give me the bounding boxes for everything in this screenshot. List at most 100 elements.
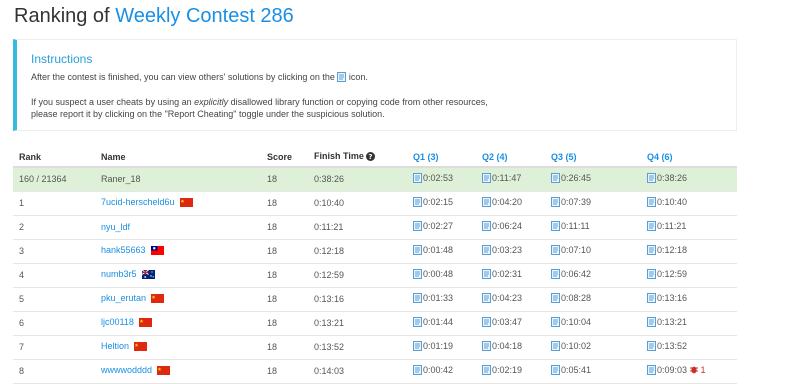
username-link[interactable]: pku_erutan [101,293,146,303]
q3-cell: 0:10:02 [545,335,641,360]
document-icon[interactable] [647,293,656,305]
table-row: 7 Heltion 18 0:13:52 0:01:19 0:04:18 0:10:02 0:… [13,335,737,360]
document-icon[interactable] [482,269,491,281]
q4-time: 0:13:52 [657,341,688,351]
username-link[interactable]: numb3r5 [101,269,137,279]
q1-cell: 0:02:15 [407,191,476,216]
table-row: 2 nyu_ldf 18 0:11:21 0:02:27 0:06:24 0:11:11 0:… [13,215,737,240]
finish-time-cell: 0:38:26 [308,167,407,192]
document-icon[interactable] [647,197,656,209]
document-icon[interactable] [413,197,422,209]
table-row: 6 ljc00118 18 0:13:21 0:01:44 0:03:47 0:10:04 0… [13,311,737,336]
q2-cell: 0:03:47 [476,311,545,336]
q1-time: 0:01:19 [423,341,454,351]
score-cell-text: 18 [267,246,278,256]
document-icon[interactable] [482,221,491,233]
document-icon[interactable] [647,245,656,257]
username-link[interactable]: wwwwodddd [101,365,152,375]
document-icon[interactable] [551,365,560,377]
document-icon[interactable] [413,365,422,377]
document-icon[interactable] [647,173,656,185]
q4-time: 0:13:21 [657,317,688,327]
document-icon[interactable] [482,317,491,329]
rank-cell-text: 7 [19,342,25,352]
document-icon[interactable] [413,269,422,281]
contest-link[interactable]: Weekly Contest 286 [115,5,294,27]
rank-cell: 5 [13,287,95,312]
q2-cell: 0:04:23 [476,287,545,312]
document-icon[interactable] [413,293,422,305]
document-icon[interactable] [647,365,656,377]
document-icon[interactable] [551,269,560,281]
col-q2[interactable]: Q2 (4) [476,147,545,168]
document-icon[interactable] [647,269,656,281]
finish-time-cell-text: 0:10:40 [314,198,345,208]
username-link[interactable]: Heltion [101,341,129,351]
instructions-line-1: After the contest is finished, you can v… [31,71,722,85]
q2-time: 0:02:31 [492,269,523,279]
document-icon[interactable] [551,221,560,233]
document-icon[interactable] [413,245,422,257]
document-icon[interactable] [413,317,422,329]
document-icon[interactable] [551,173,560,185]
document-icon[interactable] [551,341,560,353]
col-q1[interactable]: Q1 (3) [407,147,476,168]
document-icon[interactable] [482,365,491,377]
document-icon[interactable] [551,245,560,257]
name-cell: 7ucid-herscheld6u [95,191,261,216]
q1-time: 0:02:53 [423,173,454,184]
q1-time: 0:01:44 [423,317,454,327]
rank-cell: 7 [13,335,95,360]
table-header-row: Rank Name Score Finish Time? Q1 (3) Q2 (… [13,147,737,168]
flag-au-icon [141,269,155,281]
q1-cell: 0:01:48 [407,239,476,264]
document-icon[interactable] [551,317,560,329]
svg-text:?: ? [368,152,372,161]
document-icon[interactable] [551,293,560,305]
document-icon[interactable] [482,293,491,305]
document-icon[interactable] [482,341,491,353]
document-icon[interactable] [413,221,422,233]
username-link[interactable]: 7ucid-herscheld6u [101,197,175,207]
document-icon[interactable] [413,173,422,185]
col-q3[interactable]: Q3 (5) [545,147,641,168]
q1-time: 0:01:33 [423,293,454,303]
name-cell: Raner_18 [95,167,261,192]
score-cell: 18 [261,167,308,192]
finish-time-cell-text: 0:14:03 [314,366,345,376]
col-name: Name [95,147,261,168]
q2-cell: 0:03:23 [476,239,545,264]
ranking-body: 160 / 21364 Raner_18 18 0:38:26 0:02:53 0:11:… [13,167,737,384]
username-link[interactable]: hank55663 [101,245,146,255]
document-icon[interactable] [413,341,422,353]
finish-time-cell: 0:13:16 [308,287,407,312]
username-link[interactable]: ljc00118 [101,317,134,327]
q4-time: 0:12:59 [657,269,688,279]
document-icon[interactable] [647,317,656,329]
q2-cell: 0:02:19 [476,359,545,384]
q4-time: 0:10:40 [657,197,688,207]
table-row: 1 7ucid-herscheld6u 18 0:10:40 0:02:15 0:04:2… [13,191,737,216]
score-cell-text: 18 [267,270,278,280]
document-icon[interactable] [647,341,656,353]
q4-cell: 0:09:03 1 [641,359,737,384]
rank-cell-text: 3 [19,246,25,256]
name-cell: ljc00118 [95,311,261,336]
rank-cell: 8 [13,359,95,384]
finish-time-cell: 0:14:03 [308,359,407,384]
document-icon[interactable] [647,221,656,233]
q2-cell: 0:04:20 [476,191,545,216]
table-row: 8 wwwwodddd 18 0:14:03 0:00:42 0:02:19 0:05:41… [13,359,737,384]
document-icon[interactable] [482,245,491,257]
document-icon[interactable] [482,197,491,209]
document-icon[interactable] [551,197,560,209]
question-circle-icon[interactable]: ? [365,151,375,163]
col-q4[interactable]: Q4 (6) [641,147,737,168]
q1-time: 0:00:42 [423,365,454,375]
name-cell: pku_erutan [95,287,261,312]
rank-cell: 1 [13,191,95,216]
q3-cell: 0:07:10 [545,239,641,264]
q3-time: 0:10:04 [561,317,592,327]
document-icon[interactable] [482,173,491,185]
username-link[interactable]: nyu_ldf [101,222,130,232]
